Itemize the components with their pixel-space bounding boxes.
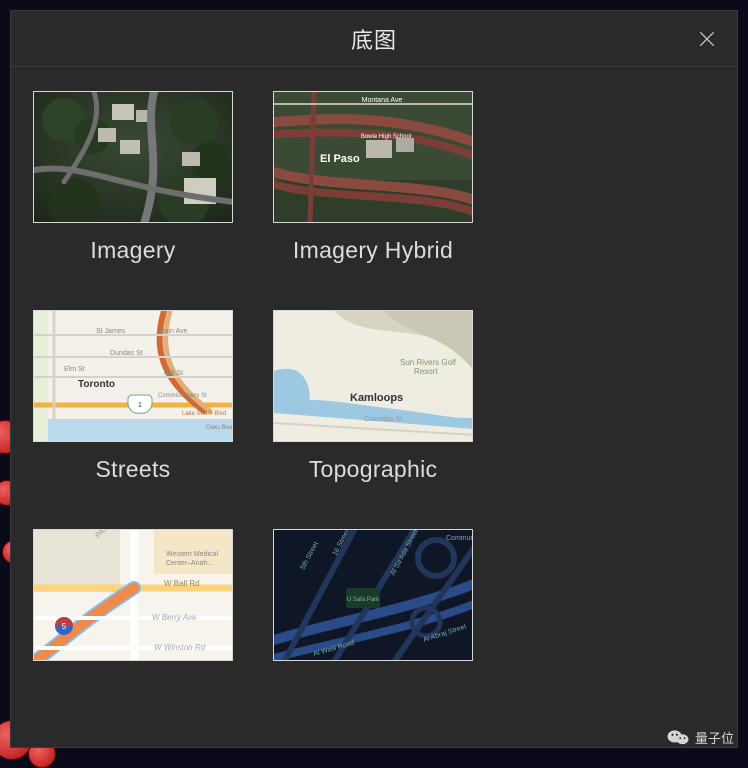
svg-text:Kamloops: Kamloops bbox=[350, 392, 403, 404]
thumb-navigation-dark: 5th Street 16 Street Al Sa'Ada Street Al… bbox=[273, 529, 473, 661]
basemap-tile-imagery[interactable]: Imagery bbox=[33, 91, 233, 264]
basemap-tile-streets[interactable]: 1 St James Bain Ave Dundas St Elm St Mil… bbox=[33, 310, 233, 483]
panel-header: 底图 bbox=[11, 11, 737, 67]
basemap-grid: Imagery bbox=[33, 91, 715, 675]
tile-label: Imagery Hybrid bbox=[273, 237, 473, 264]
svg-text:Oaks Beach: Oaks Beach bbox=[206, 425, 233, 431]
watermark: 量子位 bbox=[667, 726, 734, 748]
svg-text:Bowie High School: Bowie High School bbox=[361, 134, 411, 140]
svg-text:W Berry Ave: W Berry Ave bbox=[152, 613, 197, 622]
svg-text:Bain Ave: Bain Ave bbox=[160, 328, 188, 335]
basemap-tile-imagery-hybrid[interactable]: Montana Ave Bowie High School El Paso Im… bbox=[273, 91, 473, 264]
svg-text:W Ball Rd: W Ball Rd bbox=[164, 579, 200, 588]
watermark-text: 量子位 bbox=[695, 728, 734, 747]
svg-text:Elm St: Elm St bbox=[64, 366, 85, 373]
tile-label: Streets bbox=[33, 456, 233, 483]
panel-body[interactable]: Imagery bbox=[11, 67, 737, 747]
svg-text:Columbia St: Columbia St bbox=[364, 416, 402, 423]
thumb-topographic: Sun Rivers GolfResort Kamloops Columbia … bbox=[273, 310, 473, 442]
svg-text:5: 5 bbox=[62, 622, 67, 631]
panel-title: 底图 bbox=[351, 23, 397, 55]
svg-text:Dundas St: Dundas St bbox=[110, 350, 143, 357]
basemap-tile-topographic[interactable]: Sun Rivers GolfResort Kamloops Columbia … bbox=[273, 310, 473, 483]
tile-label: Imagery bbox=[33, 237, 233, 264]
svg-text:Toronto: Toronto bbox=[78, 379, 115, 390]
basemap-tile-navigation[interactable]: 5 PAID Western MedicalCenter–Anah… W Bal… bbox=[33, 529, 233, 675]
svg-text:St James: St James bbox=[96, 328, 126, 335]
svg-text:U Safa Park: U Safa Park bbox=[347, 597, 380, 603]
svg-text:Lake Shore Blvd: Lake Shore Blvd bbox=[182, 411, 226, 417]
thumb-streets: 1 St James Bain Ave Dundas St Elm St Mil… bbox=[33, 310, 233, 442]
thumb-imagery bbox=[33, 91, 233, 223]
basemap-panel: 底图 bbox=[10, 10, 738, 748]
svg-text:Commissioners St: Commissioners St bbox=[158, 393, 207, 399]
svg-text:El Paso: El Paso bbox=[320, 153, 360, 165]
tile-label: Topographic bbox=[273, 456, 473, 483]
basemap-tile-navigation-dark[interactable]: 5th Street 16 Street Al Sa'Ada Street Al… bbox=[273, 529, 473, 675]
thumb-navigation: 5 PAID Western MedicalCenter–Anah… W Bal… bbox=[33, 529, 233, 661]
close-button[interactable] bbox=[691, 23, 723, 55]
svg-text:W Winston Rd: W Winston Rd bbox=[154, 643, 206, 652]
close-icon bbox=[697, 29, 717, 49]
svg-text:Commun…: Commun… bbox=[446, 535, 473, 542]
thumb-imagery-hybrid: Montana Ave Bowie High School El Paso bbox=[273, 91, 473, 223]
svg-text:1: 1 bbox=[138, 402, 142, 409]
svg-text:Montana Ave: Montana Ave bbox=[362, 97, 403, 104]
svg-text:Mill St: Mill St bbox=[164, 370, 183, 377]
wechat-icon bbox=[667, 726, 689, 748]
